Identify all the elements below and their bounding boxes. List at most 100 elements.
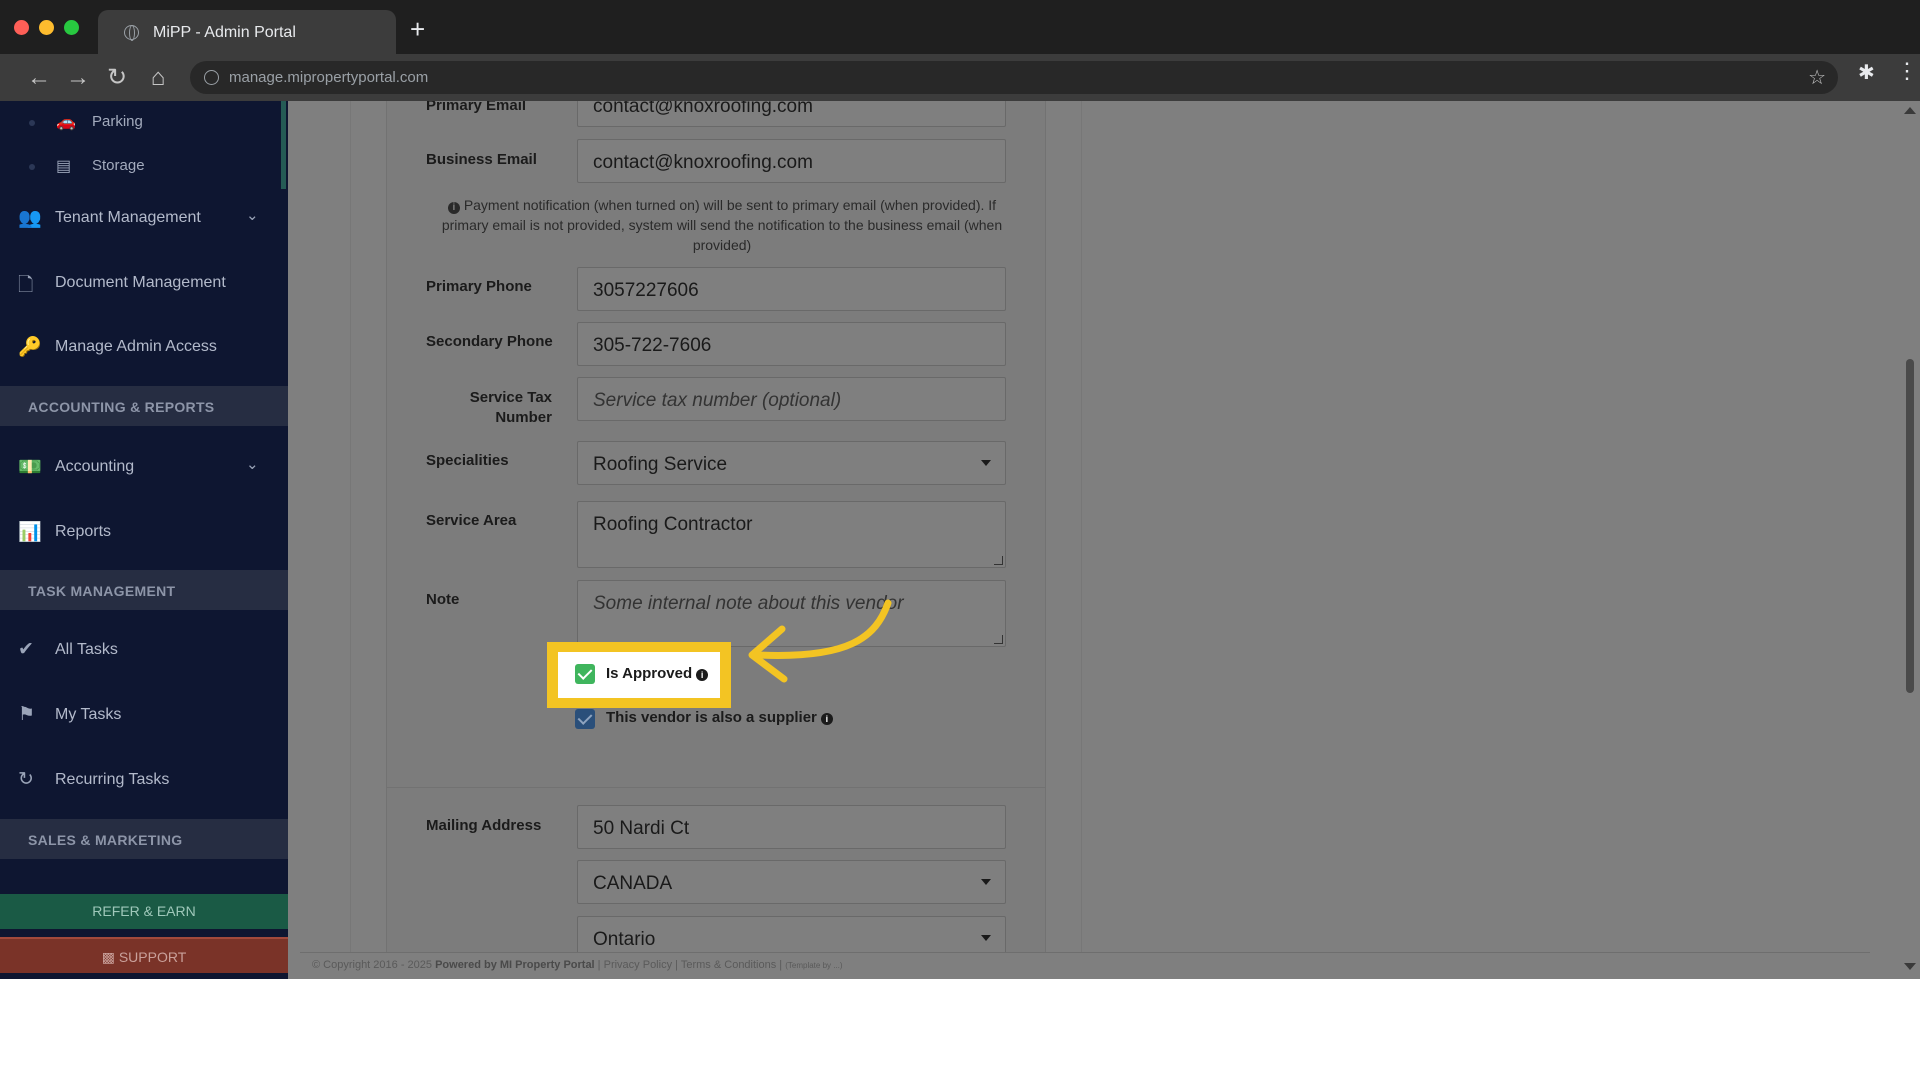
sidebar-item-label: Storage bbox=[92, 157, 145, 174]
sidebar-item-recurring-tasks[interactable]: ↻ Recurring Tasks bbox=[0, 754, 288, 808]
sidebar-item-accounting[interactable]: 💵 Accounting ⌄ bbox=[0, 441, 288, 495]
sidebar-active-indicator bbox=[281, 101, 286, 189]
reload-icon[interactable]: ↻ bbox=[102, 63, 132, 93]
browser-tab[interactable]: MiPP - Admin Portal bbox=[98, 10, 396, 54]
checkmark-icon: ✔ bbox=[18, 639, 34, 660]
section-sales-marketing: SALES & MARKETING bbox=[0, 819, 288, 859]
province-value: Ontario bbox=[593, 929, 656, 950]
info-icon: i bbox=[820, 713, 833, 725]
dropdown-caret-icon bbox=[981, 460, 991, 466]
content-border-left bbox=[350, 101, 351, 961]
home-icon[interactable]: ⌂ bbox=[143, 63, 173, 93]
footer-terms-link[interactable]: Terms & Conditions bbox=[681, 959, 776, 971]
resize-grip-icon[interactable] bbox=[994, 635, 1003, 644]
minimize-window-button[interactable] bbox=[39, 20, 54, 35]
back-icon[interactable]: ← bbox=[24, 63, 54, 93]
browser-toolbar: ← → ↻ ⌂ manage.mipropertyportal.com ☆ bbox=[0, 54, 1920, 101]
sidebar-item-storage[interactable]: ▤ Storage bbox=[0, 145, 280, 189]
sidebar-item-tenant-management[interactable]: 👥 Tenant Management ⌄ bbox=[0, 192, 288, 246]
url-text: manage.mipropertyportal.com bbox=[229, 69, 429, 86]
notice-text: Payment notification (when turned on) wi… bbox=[441, 197, 1003, 253]
is-supplier-checkbox[interactable] bbox=[575, 709, 595, 729]
bullet-icon bbox=[29, 164, 35, 170]
section-accounting-reports: ACCOUNTING & REPORTS bbox=[0, 386, 288, 426]
business-email-input[interactable]: contact@knoxroofing.com bbox=[577, 139, 1006, 183]
storage-icon: ▤ bbox=[56, 158, 72, 175]
info-icon: i bbox=[447, 202, 460, 214]
footer-privacy-link[interactable]: Privacy Policy bbox=[604, 959, 672, 971]
business-email-label: Business Email bbox=[426, 151, 537, 168]
service-area-value: Roofing Contractor bbox=[593, 514, 753, 535]
maximize-window-button[interactable] bbox=[64, 20, 79, 35]
sidebar-item-manage-admin-access[interactable]: 🔑 Manage Admin Access bbox=[0, 321, 288, 375]
is-approved-label[interactable]: Is Approved i bbox=[606, 665, 709, 682]
country-value: CANADA bbox=[593, 873, 673, 894]
info-icon: i bbox=[696, 669, 709, 681]
page-footer: © Copyright 2016 - 2025 Powered by MI Pr… bbox=[300, 952, 1870, 979]
users-icon: 👥 bbox=[18, 208, 42, 229]
bar-chart-icon: 📊 bbox=[18, 522, 42, 543]
tab-title: MiPP - Admin Portal bbox=[153, 24, 296, 41]
is-supplier-label[interactable]: This vendor is also a supplier i bbox=[606, 709, 833, 726]
forward-icon[interactable]: → bbox=[63, 63, 93, 93]
specialities-label: Specialities bbox=[426, 452, 509, 469]
primary-email-input[interactable]: contact@knoxroofing.com bbox=[577, 101, 1006, 127]
sidebar-item-document-management[interactable]: 🗋 Document Management bbox=[0, 257, 288, 311]
service-tax-label-line1: Service Tax bbox=[469, 389, 552, 406]
address-bar[interactable]: manage.mipropertyportal.com ☆ bbox=[190, 61, 1838, 94]
mailing-address-label: Mailing Address bbox=[426, 817, 542, 834]
sidebar-item-parking[interactable]: 🚗 Parking bbox=[0, 101, 280, 145]
tab-bar: MiPP - Admin Portal + bbox=[0, 0, 1920, 54]
refresh-icon: ↻ bbox=[18, 769, 34, 790]
sidebar-item-label: Tenant Management bbox=[55, 209, 201, 226]
chevron-down-icon: ⌄ bbox=[246, 207, 259, 224]
globe-icon bbox=[124, 25, 139, 41]
service-tax-label-line2: Number bbox=[495, 409, 552, 426]
refer-earn-button[interactable]: REFER & EARN bbox=[0, 894, 288, 929]
service-area-label: Service Area bbox=[426, 512, 517, 529]
service-tax-input[interactable]: Service tax number (optional) bbox=[577, 377, 1006, 421]
scroll-down-icon[interactable] bbox=[1904, 963, 1916, 970]
secondary-phone-value: 305-722-7606 bbox=[593, 335, 712, 356]
primary-phone-label: Primary Phone bbox=[426, 278, 532, 295]
primary-phone-input[interactable]: 3057227606 bbox=[577, 267, 1006, 311]
secondary-phone-input[interactable]: 305-722-7606 bbox=[577, 322, 1006, 366]
mailing-address-input[interactable]: 50 Nardi Ct bbox=[577, 805, 1006, 849]
bookmark-star-icon[interactable]: ☆ bbox=[1808, 65, 1826, 90]
footer-powered-link[interactable]: Powered by MI Property Portal bbox=[435, 959, 595, 971]
sidebar-item-my-tasks[interactable]: ⚑ My Tasks bbox=[0, 689, 288, 743]
specialities-select[interactable]: Roofing Service bbox=[577, 441, 1006, 485]
is-approved-checkbox[interactable] bbox=[575, 664, 595, 684]
support-button[interactable]: ▩ SUPPORT bbox=[0, 937, 288, 973]
sidebar-item-label: Document Management bbox=[55, 274, 226, 291]
sidebar-item-label: Reports bbox=[55, 523, 112, 540]
is-approved-text: Is Approved bbox=[606, 665, 693, 682]
primary-email-label: Primary Email bbox=[426, 101, 527, 114]
sidebar-item-label: My Tasks bbox=[55, 706, 122, 723]
annotation-arrow-icon bbox=[748, 599, 892, 683]
money-icon: 💵 bbox=[18, 457, 42, 478]
sidebar-item-label: Accounting bbox=[55, 458, 135, 475]
primary-email-value: contact@knoxroofing.com bbox=[593, 101, 813, 117]
country-select[interactable]: CANADA bbox=[577, 860, 1006, 904]
footer-copyright: © Copyright 2016 - 2025 bbox=[312, 959, 433, 971]
section-label: SALES & MARKETING bbox=[28, 832, 183, 848]
support-label: SUPPORT bbox=[118, 949, 187, 965]
sidebar-item-reports[interactable]: 📊 Reports bbox=[0, 506, 288, 560]
resize-grip-icon[interactable] bbox=[994, 556, 1003, 565]
mailing-address-value: 50 Nardi Ct bbox=[593, 818, 690, 839]
sidebar-item-all-tasks[interactable]: ✔ All Tasks bbox=[0, 624, 288, 678]
scroll-up-icon[interactable] bbox=[1904, 107, 1916, 114]
note-label: Note bbox=[426, 591, 460, 608]
book-icon: ▩ bbox=[101, 949, 119, 965]
scrollbar-thumb[interactable] bbox=[1906, 359, 1914, 693]
secondary-phone-label: Secondary Phone bbox=[426, 333, 553, 350]
close-window-button[interactable] bbox=[14, 20, 29, 35]
browser-menu-icon[interactable]: ⋮ bbox=[1896, 58, 1918, 84]
dropdown-caret-icon bbox=[981, 879, 991, 885]
service-area-textarea[interactable]: Roofing Contractor bbox=[577, 501, 1006, 568]
sidebar: 🚗 Parking ▤ Storage 👥 Tenant Management … bbox=[0, 101, 288, 979]
new-tab-button[interactable]: + bbox=[410, 16, 425, 42]
site-info-icon[interactable] bbox=[204, 70, 219, 85]
extensions-icon[interactable]: ✱ bbox=[1858, 60, 1875, 85]
